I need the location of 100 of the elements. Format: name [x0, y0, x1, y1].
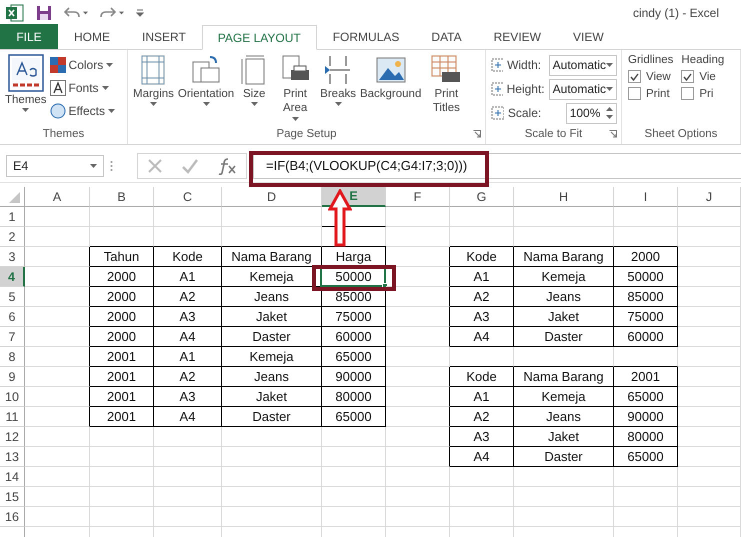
- table-cell: Jeans: [222, 367, 322, 387]
- row-header[interactable]: 7: [0, 327, 25, 347]
- group-label: Scale to Fit: [524, 128, 582, 140]
- page-setup-button[interactable]: Margins: [132, 54, 175, 128]
- column-header[interactable]: G: [450, 187, 514, 207]
- empty-cell[interactable]: [386, 447, 450, 467]
- window-title: cindy (1) - Excel: [632, 6, 719, 20]
- row-header[interactable]: 11: [0, 407, 25, 427]
- ribbon-tab[interactable]: PAGE LAYOUT: [202, 25, 317, 50]
- option-checkbox[interactable]: View: [628, 70, 674, 83]
- table-cell: A2: [154, 287, 222, 307]
- caret-icon: [606, 87, 613, 91]
- row-header[interactable]: 15: [0, 487, 25, 507]
- empty-cell[interactable]: [386, 387, 450, 407]
- column-header[interactable]: C: [154, 187, 222, 207]
- row-header[interactable]: 6: [0, 307, 25, 327]
- save-icon[interactable]: [36, 4, 52, 20]
- table-cell: A1: [154, 267, 222, 287]
- empty-cell[interactable]: [386, 287, 450, 307]
- size-dropdown[interactable]: Automatic: [548, 78, 617, 100]
- row-header[interactable]: 4: [0, 267, 25, 287]
- check-icon[interactable]: [181, 158, 199, 174]
- dialog-launcher-icon[interactable]: [609, 130, 617, 138]
- table-cell: 2000: [90, 307, 154, 327]
- empty-cell[interactable]: [386, 327, 450, 347]
- resize-icon: [490, 81, 503, 97]
- table-cell: Kemeja: [514, 267, 614, 287]
- customize-toolbar-icon[interactable]: [136, 8, 144, 16]
- name-box[interactable]: E4: [6, 154, 104, 176]
- theme-option-button[interactable]: Effects: [50, 101, 116, 121]
- empty-cell[interactable]: [386, 307, 450, 327]
- table-cell: A1: [450, 387, 514, 407]
- table-cell: Kemeja: [222, 267, 322, 287]
- table-cell: Tahun: [90, 247, 154, 267]
- row-header[interactable]: 13: [0, 447, 25, 467]
- column-header[interactable]: I: [614, 187, 678, 207]
- table-cell: Daster: [222, 327, 322, 347]
- page-setup-button[interactable]: Orientation: [176, 54, 236, 128]
- empty-cell[interactable]: [386, 267, 450, 287]
- table-cell: Nama Barang: [514, 247, 614, 267]
- row-header[interactable]: 12: [0, 427, 25, 447]
- page-setup-button[interactable]: Breaks: [319, 54, 357, 128]
- table-cell: A4: [450, 327, 514, 347]
- option-checkbox[interactable]: Pri: [681, 87, 724, 100]
- table-cell: 90000: [614, 407, 678, 427]
- table-cell: Kemeja: [514, 387, 614, 407]
- table-cell: 60000: [614, 327, 678, 347]
- file-tab[interactable]: FILE: [0, 24, 58, 49]
- scale-spinner[interactable]: 100%: [566, 102, 617, 124]
- row-header[interactable]: 9: [0, 367, 25, 387]
- column-header[interactable]: F: [386, 187, 450, 207]
- dialog-launcher-icon[interactable]: [473, 130, 481, 138]
- size-dropdown[interactable]: Automatic: [548, 54, 617, 76]
- option-checkbox[interactable]: Vie: [681, 70, 724, 83]
- page-setup-button[interactable]: Background: [358, 54, 422, 128]
- field-label: Scale:: [508, 106, 542, 120]
- page-setup-button[interactable]: Print Area: [273, 54, 318, 128]
- table-cell: 2001: [90, 347, 154, 367]
- caret-icon: [83, 10, 88, 14]
- row-header[interactable]: 10: [0, 387, 25, 407]
- table-cell: 85000: [614, 287, 678, 307]
- redo-icon[interactable]: [100, 6, 116, 20]
- table-cell: Kemeja: [222, 347, 322, 367]
- row-header[interactable]: 16: [0, 507, 25, 527]
- theme-option-button[interactable]: Fonts: [50, 78, 116, 98]
- caret-icon: [119, 10, 124, 14]
- table-cell: 65000: [614, 447, 678, 467]
- option-checkbox[interactable]: Print: [628, 87, 674, 100]
- formula-field[interactable]: =IF(B4;(VLOOKUP(C4;G4:I7;3;0))): [253, 152, 741, 178]
- close-icon[interactable]: [147, 158, 163, 174]
- undo-icon[interactable]: [64, 6, 80, 20]
- table-cell: 75000: [614, 307, 678, 327]
- empty-cell[interactable]: [386, 427, 450, 447]
- table-cell: A4: [154, 327, 222, 347]
- table-cell: 75000: [322, 307, 386, 327]
- table-cell: A3: [450, 307, 514, 327]
- page-setup-button[interactable]: Print Titles: [424, 54, 468, 128]
- table-cell: Kode: [154, 247, 222, 267]
- empty-cell[interactable]: [386, 367, 450, 387]
- row-header[interactable]: 3: [0, 247, 25, 267]
- spinner-arrows-icon[interactable]: [606, 106, 613, 120]
- empty-cell[interactable]: [386, 407, 450, 427]
- theme-option-button[interactable]: Colors: [50, 55, 116, 75]
- row-header[interactable]: 1: [0, 207, 25, 227]
- row-header[interactable]: 5: [0, 287, 25, 307]
- function-icon[interactable]: [217, 156, 237, 174]
- row-header[interactable]: 2: [0, 227, 25, 247]
- column-header[interactable]: D: [222, 187, 322, 207]
- themes-button[interactable]: Themes: [4, 54, 48, 128]
- table-cell: 2000: [90, 287, 154, 307]
- column-header[interactable]: B: [90, 187, 154, 207]
- column-header[interactable]: J: [678, 187, 741, 207]
- column-header[interactable]: A: [25, 187, 90, 207]
- page-setup-button[interactable]: Size: [237, 54, 272, 128]
- table-cell: 2000: [90, 267, 154, 287]
- row-header[interactable]: 14: [0, 467, 25, 487]
- column-header[interactable]: H: [514, 187, 614, 207]
- table-cell: 2001: [90, 367, 154, 387]
- table-cell: 2000: [614, 247, 678, 267]
- row-header[interactable]: 8: [0, 347, 25, 367]
